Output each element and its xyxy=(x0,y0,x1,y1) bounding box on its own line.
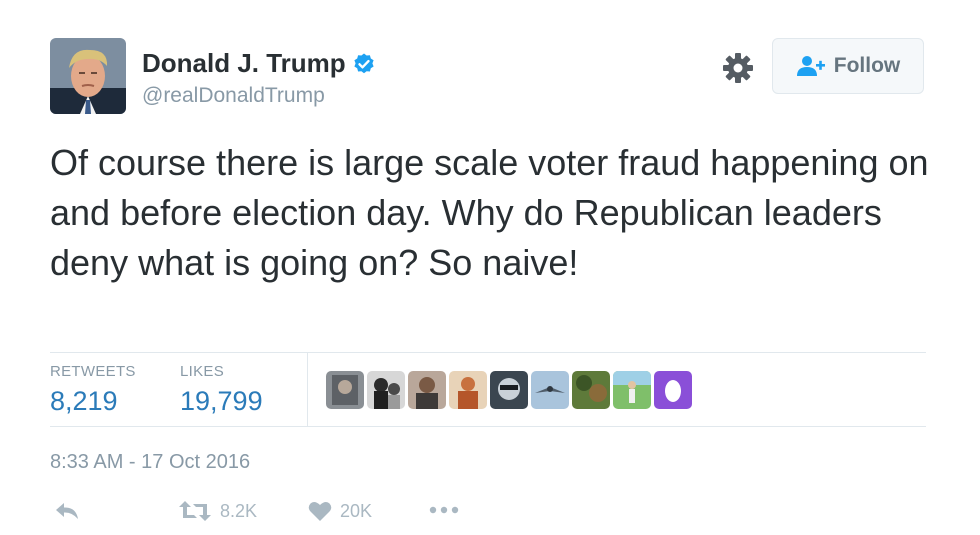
profile-avatar[interactable] xyxy=(50,38,126,114)
heart-icon xyxy=(308,502,332,521)
liker-avatar-5 xyxy=(490,371,528,409)
retweet-button[interactable]: 8.2K xyxy=(178,500,257,522)
verified-badge-icon xyxy=(354,53,374,73)
retweets-stat[interactable]: RETWEETS 8,219 xyxy=(50,363,136,417)
liker-avatar[interactable] xyxy=(367,371,405,409)
profile-photo xyxy=(50,38,126,114)
liker-avatar-8 xyxy=(613,371,651,409)
retweet-icon xyxy=(179,501,211,521)
follow-button[interactable]: Follow xyxy=(772,38,924,94)
liker-avatars xyxy=(326,371,692,409)
liker-avatar-2 xyxy=(367,371,405,409)
liker-avatar[interactable] xyxy=(654,371,692,409)
stats-separator xyxy=(307,353,308,427)
more-button[interactable] xyxy=(428,504,460,516)
divider-top xyxy=(50,352,926,353)
like-count: 20K xyxy=(340,500,373,521)
user-name[interactable]: Donald J. Trump xyxy=(142,48,346,79)
liker-avatar-6 xyxy=(531,371,569,409)
tweet-actions: 8.2K 20K xyxy=(50,500,650,530)
user-handle[interactable]: @realDonaldTrump xyxy=(142,84,325,108)
likes-stat[interactable]: LIKES 19,799 xyxy=(180,363,263,417)
liker-avatar-3 xyxy=(408,371,446,409)
liker-avatar-4 xyxy=(449,371,487,409)
egg-avatar-icon xyxy=(654,371,692,409)
likes-label: LIKES xyxy=(180,363,225,380)
liker-avatar[interactable] xyxy=(613,371,651,409)
liker-avatar[interactable] xyxy=(326,371,364,409)
liker-avatar[interactable] xyxy=(449,371,487,409)
liker-avatar-7 xyxy=(572,371,610,409)
retweets-label: RETWEETS xyxy=(50,363,136,380)
follow-label: Follow xyxy=(833,54,901,77)
user-name-row: Donald J. Trump xyxy=(142,48,376,79)
liker-avatar[interactable] xyxy=(531,371,569,409)
like-button[interactable]: 20K xyxy=(308,500,372,522)
retweets-count: 8,219 xyxy=(50,386,118,416)
gear-icon[interactable] xyxy=(722,52,754,84)
divider-bottom xyxy=(50,426,926,427)
retweet-count: 8.2K xyxy=(220,500,258,521)
reply-icon xyxy=(56,503,78,519)
tweet-text: Of course there is large scale voter fra… xyxy=(50,142,929,283)
liker-avatar-1 xyxy=(326,371,364,409)
tweet-timestamp[interactable]: 8:33 AM - 17 Oct 2016 xyxy=(50,451,250,474)
liker-avatar[interactable] xyxy=(408,371,446,409)
liker-avatar[interactable] xyxy=(572,371,610,409)
reply-button[interactable] xyxy=(54,500,80,522)
more-dots-icon xyxy=(429,506,459,514)
liker-avatar[interactable] xyxy=(490,371,528,409)
add-user-icon xyxy=(796,56,825,76)
likes-count: 19,799 xyxy=(180,386,263,416)
